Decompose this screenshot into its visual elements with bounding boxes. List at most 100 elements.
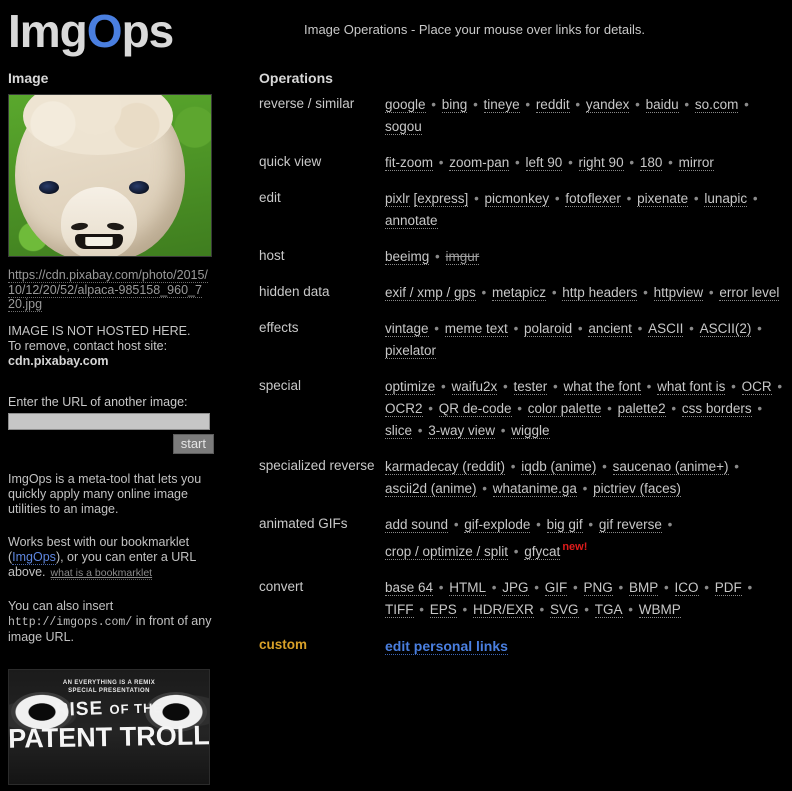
operation-label: reverse / similar: [259, 96, 355, 111]
operation-link[interactable]: pixlr: [385, 191, 410, 207]
operation-link[interactable]: gif-explode: [464, 517, 531, 533]
operation-link[interactable]: big gif: [546, 517, 583, 533]
operation-link[interactable]: slice: [385, 423, 413, 439]
operation-link[interactable]: left 90: [525, 155, 563, 171]
operation-link[interactable]: WBMP: [638, 601, 681, 618]
link-separator-bullet: •: [548, 285, 561, 300]
operation-link[interactable]: vintage: [385, 321, 429, 337]
operation-link[interactable]: GIF: [544, 579, 568, 596]
operation-link[interactable]: ICO: [674, 579, 699, 596]
link-separator-bullet: •: [625, 155, 638, 170]
operation-link[interactable]: zoom-pan: [449, 155, 510, 171]
operation-link[interactable]: ASCII(2): [699, 321, 752, 337]
operation-link[interactable]: picmonkey: [484, 191, 550, 207]
operation-link[interactable]: lunapic: [704, 191, 748, 207]
operation-link[interactable]: tineye: [483, 97, 520, 113]
operation-link[interactable]: JPG: [502, 579, 529, 596]
operation-link[interactable]: mirror: [678, 155, 714, 171]
operation-link[interactable]: error level: [719, 285, 780, 301]
operation-link[interactable]: 180: [639, 155, 663, 171]
link-separator-bullet: •: [773, 379, 783, 394]
operation-link[interactable]: add sound: [385, 517, 449, 533]
operation-link[interactable]: karmadecay (reddit): [385, 459, 506, 475]
operation-link[interactable]: PNG: [583, 579, 613, 596]
operation-link[interactable]: ASCII: [648, 321, 684, 337]
operation-link[interactable]: reddit: [535, 97, 570, 113]
operation-link[interactable]: waifu2x: [451, 379, 498, 395]
operation-link[interactable]: polaroid: [524, 321, 573, 337]
operation-link[interactable]: 3-way view: [428, 423, 496, 439]
operation-link[interactable]: whatanime.ga: [492, 481, 577, 497]
video-thumbnail-patent-troll[interactable]: AN EVERYTHING IS A REMIX SPECIAL PRESENT…: [8, 669, 210, 785]
operation-link[interactable]: tester: [513, 379, 548, 395]
operation-link[interactable]: fotoflexer: [565, 191, 621, 207]
operation-link[interactable]: color palette: [527, 401, 602, 417]
start-button[interactable]: start: [172, 433, 214, 454]
link-separator-bullet: •: [415, 601, 428, 617]
link-separator-bullet: •: [700, 579, 713, 595]
operation-label: quick view: [259, 154, 322, 169]
operation-link[interactable]: [express]: [413, 191, 469, 207]
url-input[interactable]: [8, 412, 210, 430]
operation-link[interactable]: bing: [441, 97, 468, 113]
operation-link[interactable]: pixenate: [637, 191, 689, 207]
operation-link[interactable]: meme text: [444, 321, 508, 337]
operation-link[interactable]: sogou: [385, 119, 422, 135]
operation-link[interactable]: EPS: [429, 601, 457, 618]
link-separator-bullet: •: [753, 321, 762, 336]
operation-link[interactable]: httpview: [653, 285, 704, 301]
operation-link[interactable]: base 64: [385, 579, 434, 596]
operation-link[interactable]: BMP: [629, 579, 659, 596]
operation-link[interactable]: google: [385, 97, 426, 113]
operation-link[interactable]: pictriev (faces): [593, 481, 681, 497]
operation-link[interactable]: TIFF: [385, 601, 414, 618]
what-is-a-bookmarklet-link[interactable]: what is a bookmarklet: [50, 566, 153, 580]
bookmarklet-link[interactable]: ImgOps: [12, 549, 56, 565]
operation-link[interactable]: exif / xmp / gps: [385, 285, 476, 301]
operation-link[interactable]: pixelator: [385, 343, 437, 359]
operation-link[interactable]: palette2: [617, 401, 666, 417]
link-separator-bullet: •: [598, 459, 611, 474]
operation-link[interactable]: SVG: [549, 601, 579, 618]
operation-link[interactable]: yandex: [585, 97, 630, 113]
operation-link[interactable]: css borders: [681, 401, 752, 417]
operation-label: custom: [259, 636, 308, 652]
operation-link[interactable]: crop / optimize / split: [385, 543, 509, 560]
operation-label: hidden data: [259, 284, 330, 299]
operation-link[interactable]: gif reverse: [598, 517, 662, 533]
operation-link[interactable]: what font is: [657, 379, 726, 395]
operation-link[interactable]: ancient: [588, 321, 632, 337]
operation-link[interactable]: OCR2: [385, 401, 423, 417]
link-separator-bullet: •: [580, 601, 593, 617]
operation-link[interactable]: metapicz: [492, 285, 547, 301]
operation-link[interactable]: TGA: [594, 601, 623, 618]
operation-link[interactable]: beeimg: [385, 249, 430, 265]
operation-label: convert: [259, 578, 304, 594]
operation-link[interactable]: ascii2d (anime): [385, 481, 477, 497]
operation-link[interactable]: baidu: [645, 97, 679, 113]
operation-link[interactable]: optimize: [385, 379, 436, 395]
operation-link[interactable]: OCR: [741, 379, 772, 395]
operation-link[interactable]: right 90: [578, 155, 624, 171]
operation-link[interactable]: imgur: [445, 249, 480, 265]
operation-link[interactable]: HTML: [449, 579, 487, 596]
operation-link[interactable]: gfycat: [524, 543, 561, 560]
operation-link[interactable]: what the font: [563, 379, 641, 395]
operation-link[interactable]: QR de-code: [438, 401, 512, 417]
operation-link[interactable]: so.com: [694, 97, 739, 113]
link-separator-bullet: •: [431, 249, 444, 264]
operation-link[interactable]: iqdb (anime): [521, 459, 597, 475]
operation-link[interactable]: HDR/EXR: [472, 601, 534, 618]
operation-link[interactable]: annotate: [385, 213, 438, 229]
image-thumbnail[interactable]: [8, 94, 212, 257]
image-source-url-link[interactable]: https://cdn.pixabay.com/photo/2015/10/12…: [8, 268, 208, 312]
operation-label: special: [259, 378, 302, 393]
link-separator-bullet: •: [730, 459, 739, 474]
operation-link[interactable]: http headers: [562, 285, 638, 301]
operation-link[interactable]: saucenao (anime+): [612, 459, 729, 475]
operation-link[interactable]: PDF: [714, 579, 742, 596]
operation-link[interactable]: fit-zoom: [385, 155, 434, 171]
link-separator-bullet: •: [437, 379, 450, 394]
operation-link[interactable]: edit personal links: [385, 637, 508, 655]
operation-link[interactable]: wiggle: [511, 423, 550, 439]
